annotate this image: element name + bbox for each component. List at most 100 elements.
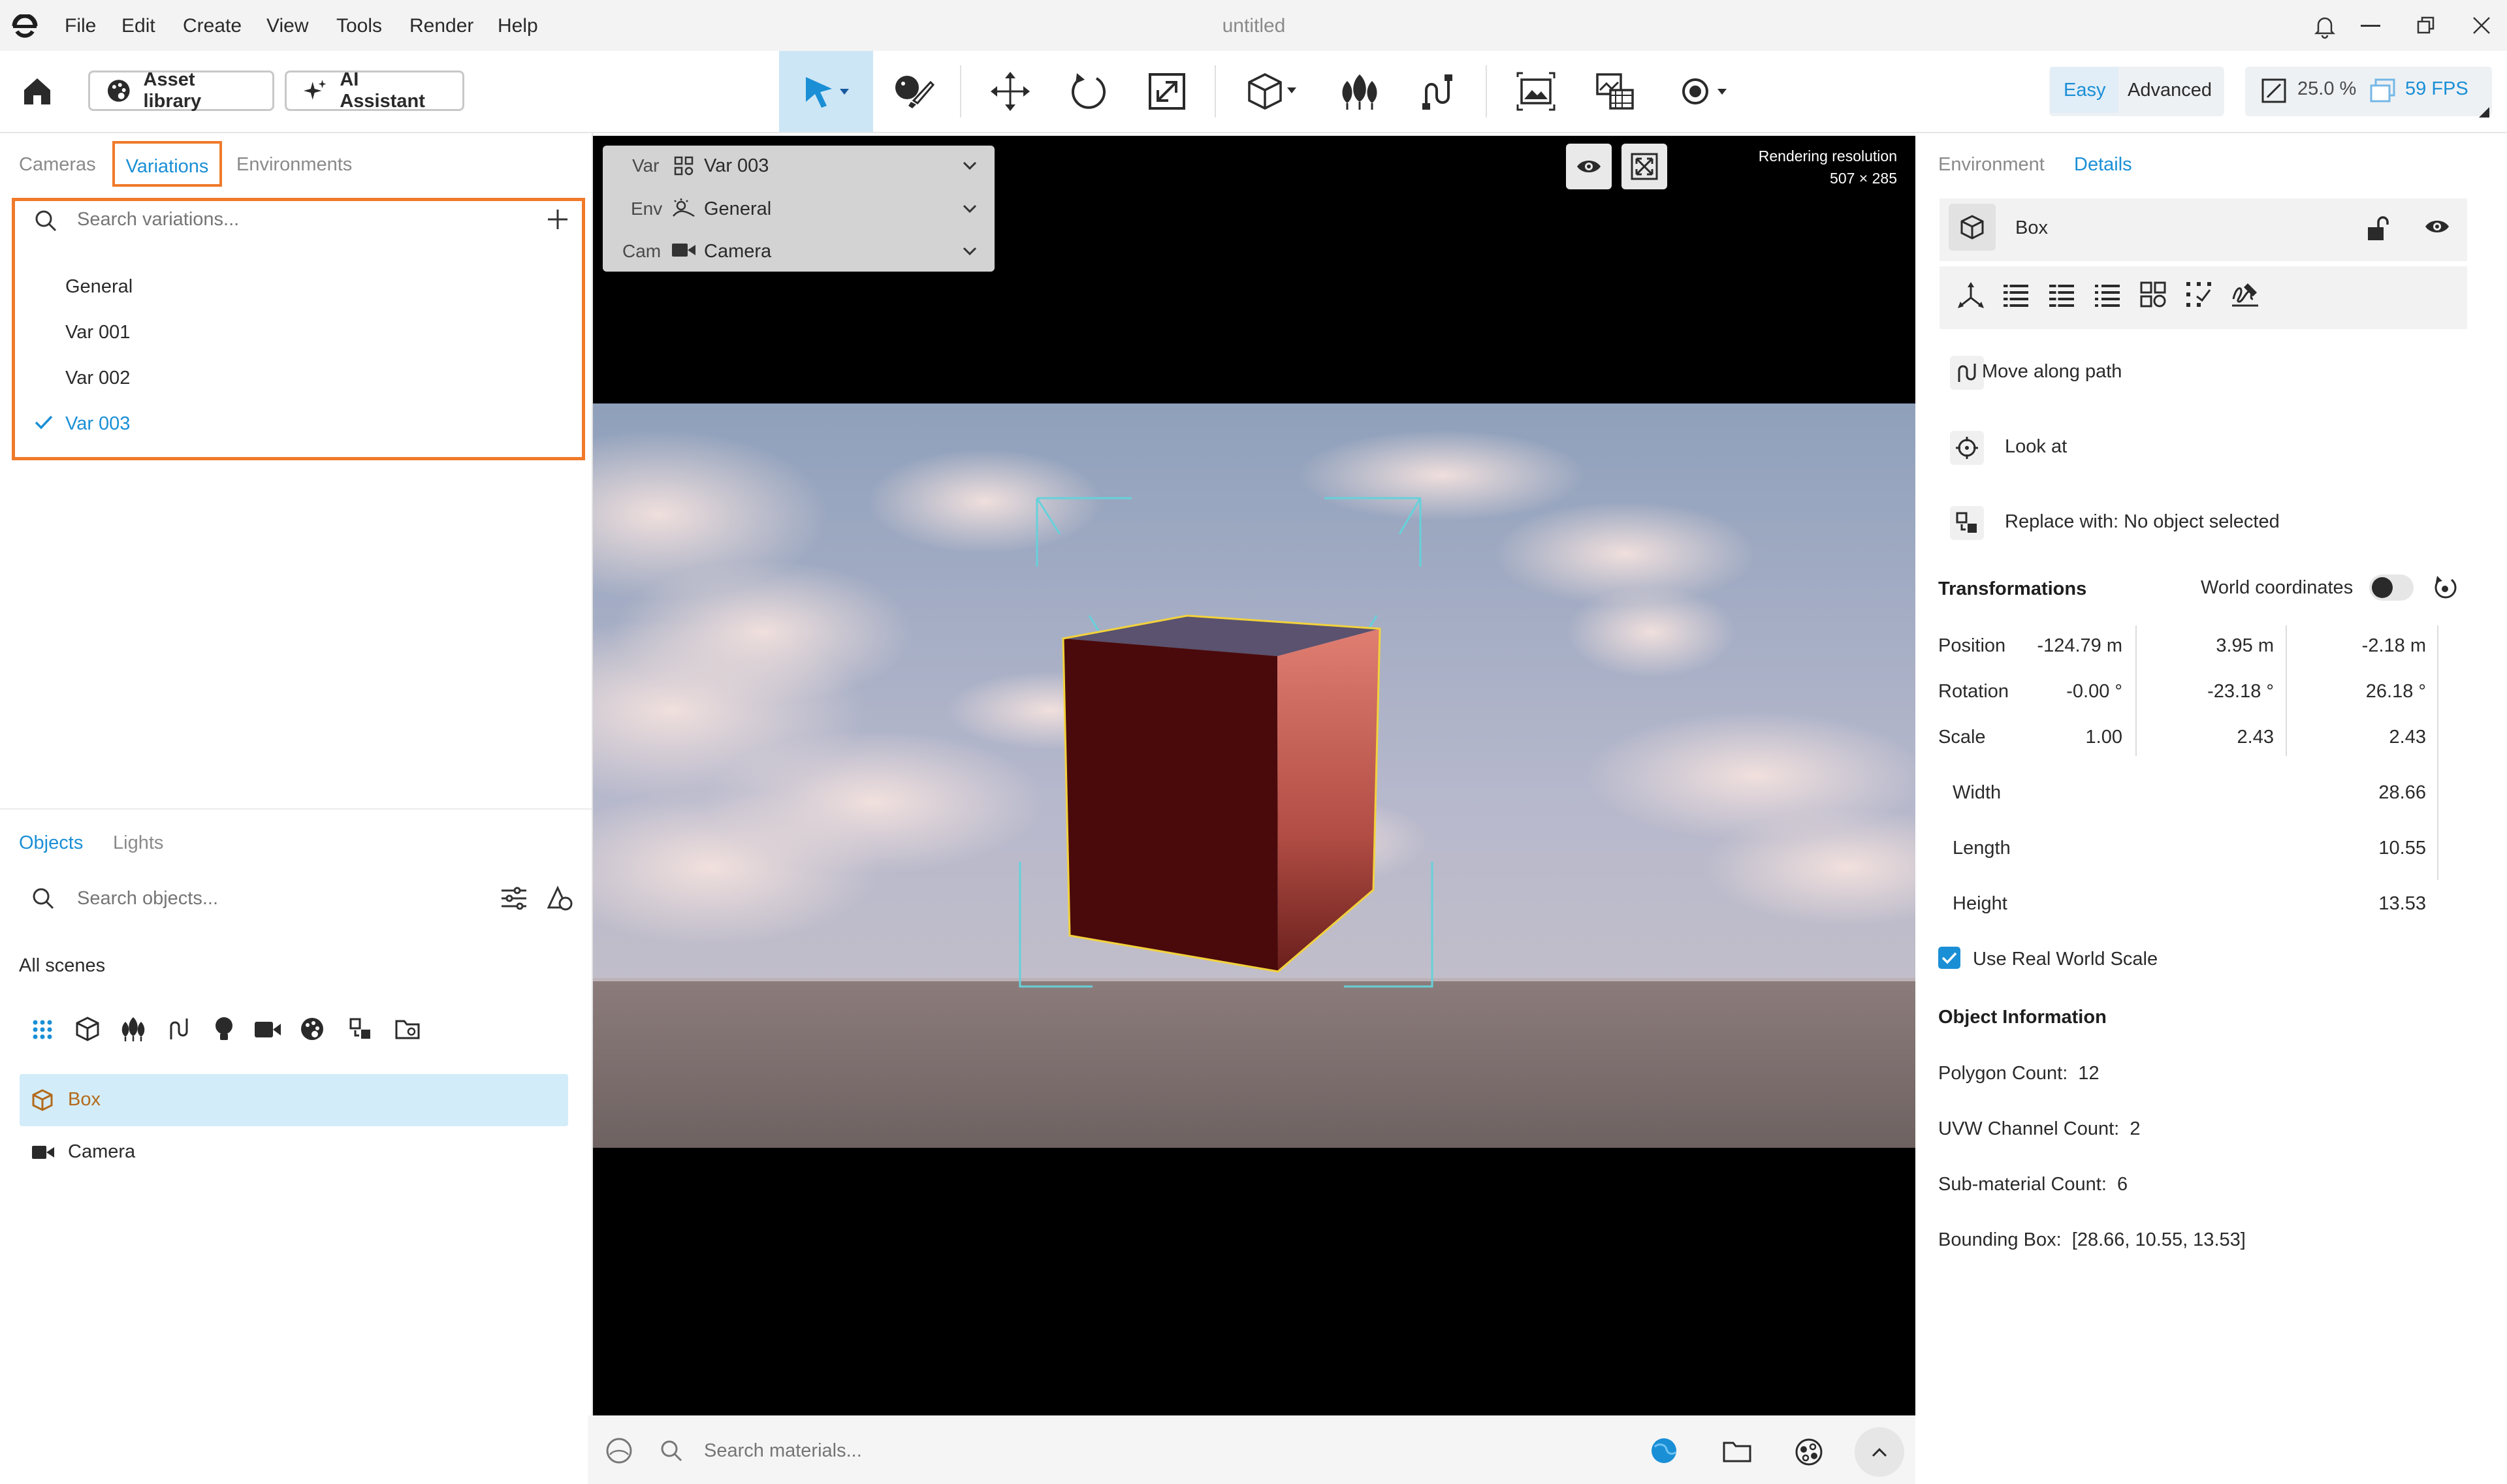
- viewport-3d[interactable]: Var Var 003 Env General Cam Camera Rende…: [593, 136, 1915, 1442]
- layers-list-icon[interactable]: [2048, 283, 2075, 307]
- path-button[interactable]: [1399, 51, 1477, 132]
- rotation-z[interactable]: 26.18 °: [2305, 681, 2426, 703]
- fullscreen-button[interactable]: [1621, 144, 1667, 189]
- rotate-tool-button[interactable]: [1049, 51, 1128, 132]
- visibility-toggle-button[interactable]: [1566, 144, 1612, 189]
- palette-icon[interactable]: [299, 1016, 325, 1042]
- variation-item-general[interactable]: General: [65, 276, 133, 298]
- home-button[interactable]: [21, 76, 54, 107]
- easy-mode-button[interactable]: Easy: [2051, 67, 2119, 113]
- render-video-button[interactable]: [1575, 51, 1653, 132]
- tab-objects[interactable]: Objects: [19, 832, 83, 854]
- variation-item-var-002[interactable]: Var 002: [65, 368, 130, 389]
- rotation-x[interactable]: -0.00 °: [2011, 681, 2122, 703]
- materials-search-input[interactable]: [704, 1434, 1292, 1468]
- components-icon[interactable]: [2139, 281, 2167, 308]
- menu-create[interactable]: Create: [183, 0, 242, 51]
- record-button[interactable]: [1664, 51, 1749, 132]
- real-world-scale-label[interactable]: Use Real World Scale: [1973, 949, 2158, 970]
- length-value[interactable]: 10.55: [2286, 838, 2426, 859]
- world-coordinates-toggle[interactable]: [2369, 575, 2414, 601]
- vegetation-button[interactable]: [1320, 51, 1399, 132]
- render-image-button[interactable]: [1497, 51, 1575, 132]
- filter-icon[interactable]: [500, 885, 528, 911]
- scale-x[interactable]: 1.00: [2011, 727, 2122, 748]
- menu-help[interactable]: Help: [498, 0, 538, 51]
- axes-icon[interactable]: [1956, 281, 1985, 309]
- chevron-down-icon[interactable]: [962, 161, 978, 171]
- look-at-label[interactable]: Look at: [2005, 436, 2067, 458]
- menu-file[interactable]: File: [65, 0, 96, 51]
- scene-render[interactable]: [593, 136, 1915, 1442]
- object-name[interactable]: Box: [2015, 217, 2048, 239]
- real-world-scale-checkbox[interactable]: [1938, 947, 1960, 969]
- height-value[interactable]: 13.53: [2286, 893, 2426, 915]
- ai-assistant-button[interactable]: AI Assistant: [285, 69, 464, 112]
- globe-icon[interactable]: [1651, 1438, 1677, 1464]
- material-sphere-icon[interactable]: [605, 1436, 633, 1465]
- variation-item-var-003[interactable]: Var 003: [65, 413, 130, 435]
- asset-library-button[interactable]: Asset library: [88, 69, 274, 112]
- env-select[interactable]: General: [704, 198, 771, 220]
- list-icon[interactable]: [2002, 283, 2030, 307]
- tab-lights[interactable]: Lights: [113, 832, 163, 854]
- position-x[interactable]: -124.79 m: [2011, 635, 2122, 657]
- cam-select[interactable]: Camera: [704, 241, 771, 262]
- advanced-mode-button[interactable]: Advanced: [2115, 67, 2225, 113]
- folder-icon[interactable]: [394, 1017, 421, 1041]
- box-object[interactable]: [1062, 614, 1381, 973]
- variations-search-input[interactable]: [77, 202, 521, 236]
- replace-with-button[interactable]: [1950, 506, 1984, 540]
- paint-tool-button[interactable]: [875, 51, 953, 132]
- replace-icon[interactable]: [349, 1017, 372, 1041]
- position-y[interactable]: 3.95 m: [2155, 635, 2274, 657]
- replace-with-label[interactable]: Replace with: No object selected: [2005, 511, 2280, 533]
- shapes-icon[interactable]: [546, 884, 573, 911]
- expand-materials-button[interactable]: [1855, 1427, 1904, 1477]
- tab-environment[interactable]: Environment: [1938, 154, 2045, 176]
- rotation-y[interactable]: -23.18 °: [2155, 681, 2274, 703]
- signature-icon[interactable]: [2231, 281, 2259, 308]
- menu-view[interactable]: View: [266, 0, 308, 51]
- camera-icon[interactable]: [253, 1020, 282, 1039]
- scene-filter[interactable]: All scenes: [19, 955, 105, 977]
- create-object-button[interactable]: [1228, 51, 1319, 132]
- unlock-icon[interactable]: [2367, 215, 2390, 242]
- tab-details[interactable]: Details: [2074, 154, 2132, 176]
- menu-render[interactable]: Render: [409, 0, 473, 51]
- trees-icon[interactable]: [119, 1016, 148, 1042]
- minimize-icon[interactable]: [2361, 25, 2380, 27]
- list-item-box[interactable]: [20, 1074, 568, 1126]
- chevron-down-icon[interactable]: [962, 246, 978, 257]
- folder-icon[interactable]: [1723, 1440, 1751, 1462]
- path-icon[interactable]: [167, 1016, 191, 1042]
- tab-variations[interactable]: Variations: [112, 141, 222, 187]
- checklist-icon[interactable]: [2094, 283, 2121, 307]
- tab-cameras[interactable]: Cameras: [19, 154, 96, 176]
- eye-icon[interactable]: [2424, 218, 2450, 235]
- width-value[interactable]: 28.66: [2286, 782, 2426, 804]
- scale-z[interactable]: 2.43: [2305, 727, 2426, 748]
- move-along-path-button[interactable]: [1950, 356, 1984, 390]
- restore-icon[interactable]: [2416, 16, 2436, 35]
- scale-y[interactable]: 2.43: [2155, 727, 2274, 748]
- look-at-button[interactable]: [1950, 431, 1984, 465]
- move-tool-button[interactable]: [971, 51, 1049, 132]
- object-name-camera[interactable]: Camera: [68, 1141, 135, 1163]
- light-bulb-icon[interactable]: [213, 1016, 235, 1042]
- close-icon[interactable]: [2472, 16, 2491, 35]
- chevron-down-icon[interactable]: [962, 204, 978, 214]
- add-variation-icon[interactable]: [546, 208, 569, 231]
- reset-transform-icon[interactable]: [2432, 575, 2458, 601]
- var-select[interactable]: Var 003: [704, 155, 769, 177]
- select-tool-button[interactable]: [779, 51, 873, 132]
- menu-edit[interactable]: Edit: [121, 0, 155, 51]
- position-z[interactable]: -2.18 m: [2305, 635, 2426, 657]
- move-along-path-label[interactable]: Move along path: [1982, 361, 2122, 383]
- cube-icon[interactable]: [74, 1016, 101, 1042]
- selection-points-icon[interactable]: [2185, 281, 2212, 308]
- bell-icon[interactable]: [2312, 13, 2338, 39]
- scale-tool-button[interactable]: [1128, 51, 1206, 132]
- grid-icon[interactable]: [31, 1018, 54, 1041]
- menu-tools[interactable]: Tools: [336, 0, 382, 51]
